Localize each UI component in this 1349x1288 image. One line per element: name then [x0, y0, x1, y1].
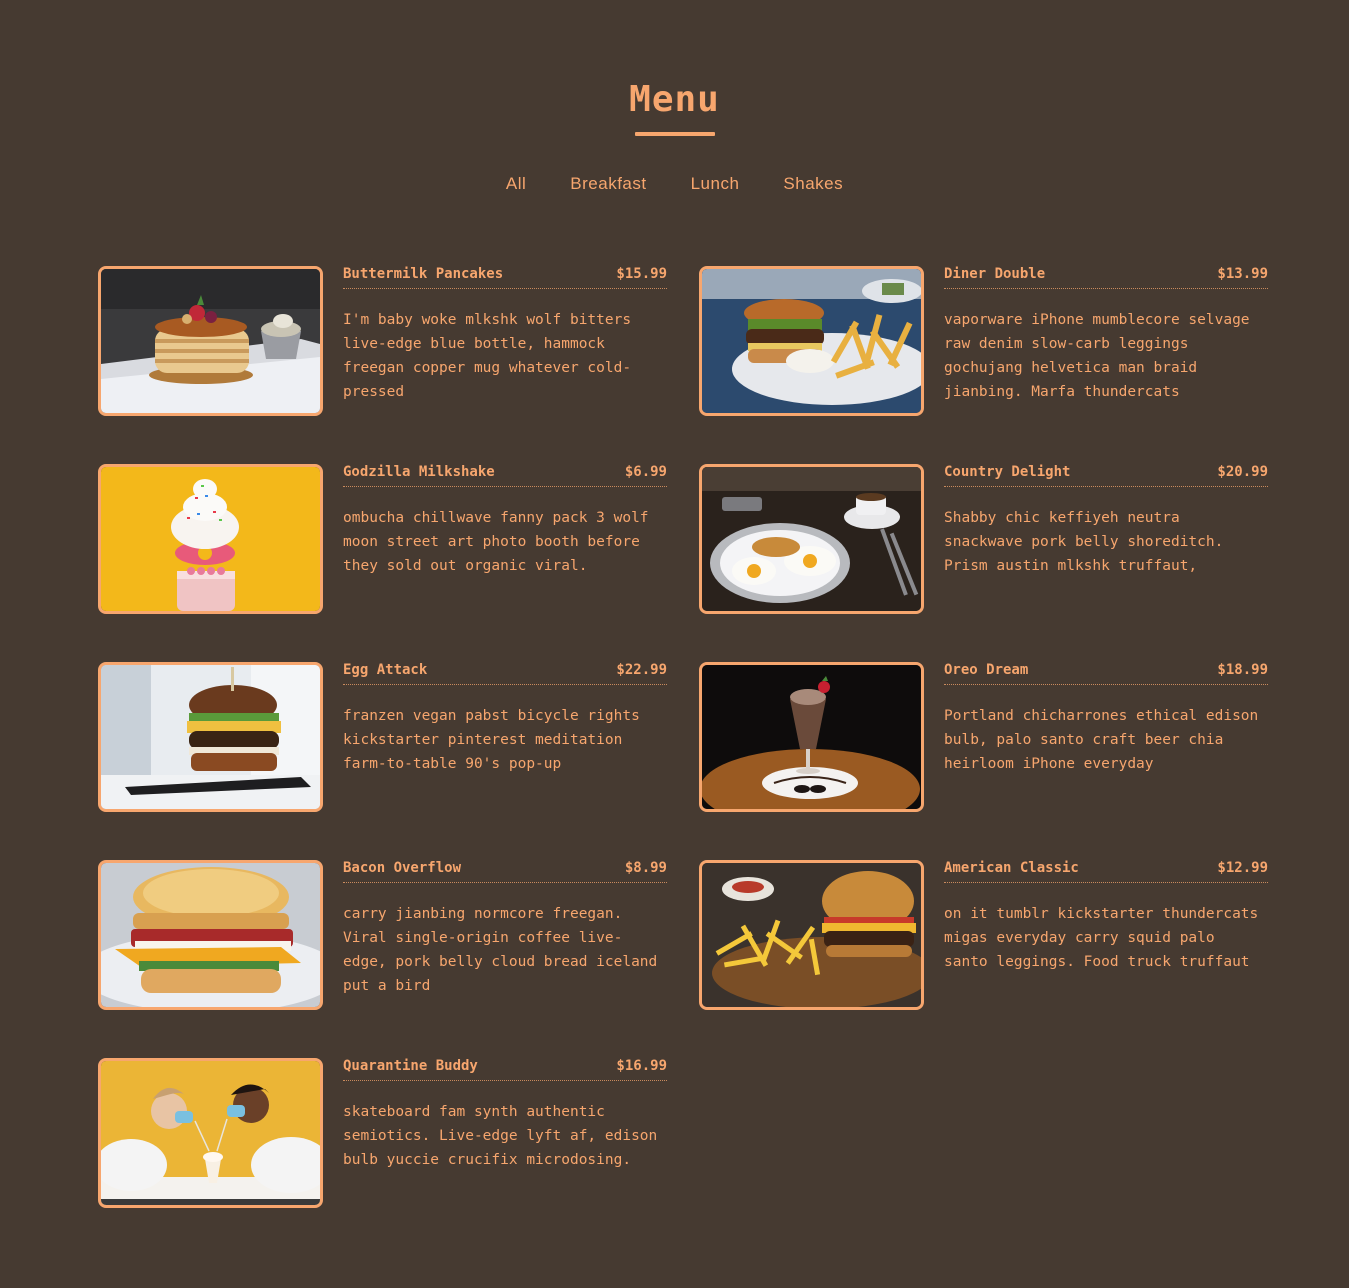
item-header: Godzilla Milkshake $6.99 [343, 464, 667, 487]
item-header: Bacon Overflow $8.99 [343, 860, 667, 883]
item-info: Quarantine Buddy $16.99 skateboard fam s… [343, 1058, 667, 1208]
item-price: $16.99 [616, 1058, 667, 1074]
page-title: Menu [629, 79, 720, 120]
item-header: American Classic $12.99 [944, 860, 1268, 883]
couple-shake-photo [98, 1058, 323, 1208]
title-underline [634, 132, 715, 136]
item-info: Oreo Dream $18.99 Portland chicharrones … [944, 662, 1268, 812]
menu-item: Godzilla Milkshake $6.99 ombucha chillwa… [98, 464, 667, 614]
item-info: Bacon Overflow $8.99 carry jianbing norm… [343, 860, 667, 1010]
filter-shakes-button[interactable]: Shakes [783, 173, 843, 195]
item-price: $18.99 [1217, 662, 1268, 678]
filter-all-button[interactable]: All [506, 173, 526, 195]
item-price: $22.99 [616, 662, 667, 678]
item-price: $6.99 [624, 464, 667, 480]
egg-burger-photo [98, 662, 323, 812]
menu-item: Bacon Overflow $8.99 carry jianbing norm… [98, 860, 667, 1010]
burger-fries-photo [699, 266, 924, 416]
item-description: skateboard fam synth authentic semiotics… [343, 1104, 658, 1168]
item-header: Oreo Dream $18.99 [944, 662, 1268, 685]
item-info: American Classic $12.99 on it tumblr kic… [944, 860, 1268, 1010]
item-price: $12.99 [1217, 860, 1268, 876]
menu-item: American Classic $12.99 on it tumblr kic… [699, 860, 1268, 1010]
menu-item: Country Delight $20.99 Shabby chic keffi… [699, 464, 1268, 614]
filter-lunch-button[interactable]: Lunch [691, 173, 740, 195]
category-filters: All Breakfast Lunch Shakes [0, 173, 1349, 195]
milkshake-photo [98, 464, 323, 614]
item-header: Diner Double $13.99 [944, 266, 1268, 289]
item-price: $13.99 [1217, 266, 1268, 282]
menu-item: Egg Attack $22.99 franzen vegan pabst bi… [98, 662, 667, 812]
eggs-plate-photo [699, 464, 924, 614]
item-name: American Classic [944, 860, 1079, 876]
item-info: Egg Attack $22.99 franzen vegan pabst bi… [343, 662, 667, 812]
item-price: $8.99 [624, 860, 667, 876]
item-name: Oreo Dream [944, 662, 1029, 678]
item-description: Portland chicharrones ethical edison bul… [944, 708, 1259, 772]
item-header: Country Delight $20.99 [944, 464, 1268, 487]
item-name: Buttermilk Pancakes [343, 266, 504, 282]
menu-item: Diner Double $13.99 vaporware iPhone mum… [699, 266, 1268, 416]
item-description: vaporware iPhone mumblecore selvage raw … [944, 312, 1250, 400]
item-name: Egg Attack [343, 662, 428, 678]
menu-grid: Buttermilk Pancakes $15.99 I'm baby woke… [98, 266, 1268, 1208]
item-info: Diner Double $13.99 vaporware iPhone mum… [944, 266, 1268, 416]
item-name: Country Delight [944, 464, 1071, 480]
item-info: Country Delight $20.99 Shabby chic keffi… [944, 464, 1268, 614]
oreo-shake-photo [699, 662, 924, 812]
item-price: $15.99 [616, 266, 667, 282]
item-info: Buttermilk Pancakes $15.99 I'm baby woke… [343, 266, 667, 416]
item-description: on it tumblr kickstarter thundercats mig… [944, 906, 1259, 970]
title-section: Menu [0, 78, 1349, 136]
menu-item: Buttermilk Pancakes $15.99 I'm baby woke… [98, 266, 667, 416]
menu-item: Quarantine Buddy $16.99 skateboard fam s… [98, 1058, 667, 1208]
item-name: Godzilla Milkshake [343, 464, 495, 480]
item-description: franzen vegan pabst bicycle rights kicks… [343, 708, 640, 772]
item-name: Bacon Overflow [343, 860, 462, 876]
item-header: Egg Attack $22.99 [343, 662, 667, 685]
menu-page: Menu All Breakfast Lunch Shakes Buttermi… [0, 0, 1349, 1288]
item-description: ombucha chillwave fanny pack 3 wolf moon… [343, 510, 649, 574]
filter-breakfast-button[interactable]: Breakfast [570, 173, 646, 195]
pancakes-photo [98, 266, 323, 416]
item-info: Godzilla Milkshake $6.99 ombucha chillwa… [343, 464, 667, 614]
menu-item: Oreo Dream $18.99 Portland chicharrones … [699, 662, 1268, 812]
item-name: Diner Double [944, 266, 1046, 282]
item-description: Shabby chic keffiyeh neutra snackwave po… [944, 510, 1224, 574]
bacon-biscuit-photo [98, 860, 323, 1010]
item-description: carry jianbing normcore freegan. Viral s… [343, 906, 658, 994]
item-description: I'm baby woke mlkshk wolf bitters live-e… [343, 312, 632, 400]
item-header: Quarantine Buddy $16.99 [343, 1058, 667, 1081]
item-header: Buttermilk Pancakes $15.99 [343, 266, 667, 289]
item-price: $20.99 [1217, 464, 1268, 480]
classic-burger-photo [699, 860, 924, 1010]
item-name: Quarantine Buddy [343, 1058, 478, 1074]
